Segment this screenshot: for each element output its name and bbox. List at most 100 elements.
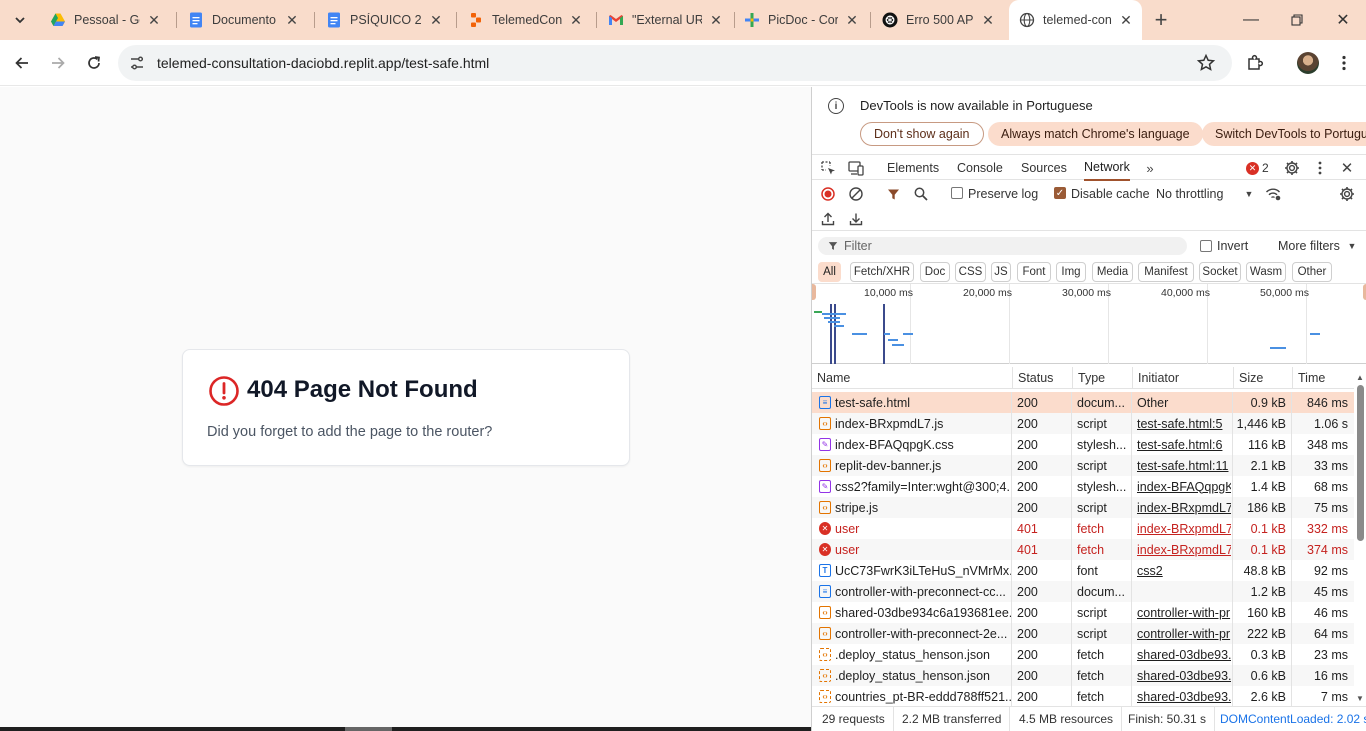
invert-checkbox[interactable]	[1200, 240, 1212, 252]
export-har-icon[interactable]	[847, 210, 865, 228]
more-tabs-chevron-icon[interactable]: »	[1141, 159, 1159, 177]
table-row[interactable]: ✕ user 401 fetch index-BRxpmdL7.j 0.1 kB 374 m…	[812, 539, 1354, 560]
cell-initiator[interactable]: test-safe.html:5	[1137, 413, 1231, 434]
type-filter-manifest[interactable]: Manifest	[1138, 262, 1194, 282]
table-row[interactable]: ✕ user 401 fetch index-BRxpmdL7.j 0.1 kB 332 m…	[812, 518, 1354, 539]
inspect-element-icon[interactable]	[819, 159, 837, 177]
scrollbar-thumb[interactable]	[1357, 385, 1364, 541]
close-tab-icon[interactable]: ✕	[284, 12, 300, 28]
always-match-language-button[interactable]: Always match Chrome's language	[988, 122, 1203, 146]
close-tab-icon[interactable]: ✕	[146, 12, 162, 28]
site-info-icon[interactable]	[128, 54, 146, 72]
browser-tab-4[interactable]: TelemedCon ✕	[458, 5, 592, 35]
scroll-up-arrow-icon[interactable]: ▲	[1356, 373, 1364, 382]
table-row[interactable]: ‹› .deploy_status_henson.json 200 fetch shar…	[812, 644, 1354, 665]
clear-log-icon[interactable]	[847, 185, 865, 203]
cell-initiator[interactable]: controller-with-pr	[1137, 623, 1231, 644]
col-type[interactable]: Type	[1072, 367, 1131, 389]
col-size[interactable]: Size	[1233, 367, 1291, 389]
table-row[interactable]: T UcC73FwrK3iLTeHuS_nVMrMx... 200 font css2 4…	[812, 560, 1354, 581]
close-devtools-icon[interactable]: ✕	[1338, 159, 1356, 177]
type-filter-img[interactable]: Img	[1056, 262, 1086, 282]
table-row[interactable]: ‹› stripe.js 200 script index-BRxpmdL7.j 186 …	[812, 497, 1354, 518]
close-tab-icon[interactable]: ✕	[1118, 12, 1134, 28]
cell-initiator[interactable]: index-BFAQqpgK.c	[1137, 476, 1231, 497]
cell-initiator[interactable]: shared-03dbe93...	[1137, 686, 1231, 706]
table-row[interactable]: ‹› controller-with-preconnect-2e... 200 scr…	[812, 623, 1354, 644]
cell-initiator[interactable]: css2	[1137, 560, 1231, 581]
forward-button[interactable]	[43, 48, 73, 78]
type-filter-media[interactable]: Media	[1092, 262, 1133, 282]
dont-show-again-button[interactable]: Don't show again	[860, 122, 984, 146]
col-initiator[interactable]: Initiator	[1132, 367, 1232, 389]
cell-initiator[interactable]: index-BRxpmdL7.j	[1137, 497, 1231, 518]
import-har-icon[interactable]	[819, 210, 837, 228]
scroll-down-arrow-icon[interactable]: ▼	[1356, 694, 1364, 703]
type-filter-font[interactable]: Font	[1017, 262, 1051, 282]
table-row[interactable]: ‹› replit-dev-banner.js 200 script test-safe…	[812, 455, 1354, 476]
url-text[interactable]: telemed-consultation-daciobd.replit.app/…	[157, 55, 489, 71]
browser-tab-1[interactable]: Pessoal - Go ✕	[40, 5, 170, 35]
table-row[interactable]: ✎ index-BFAQqpgK.css 200 stylesh... test-saf…	[812, 434, 1354, 455]
type-filter-socket[interactable]: Socket	[1199, 262, 1241, 282]
close-tab-icon[interactable]: ✕	[708, 12, 724, 28]
cell-initiator[interactable]: test-safe.html:6	[1137, 434, 1231, 455]
type-filter-doc[interactable]: Doc	[920, 262, 950, 282]
col-time[interactable]: Time	[1292, 367, 1354, 389]
new-tab-button[interactable]: +	[1148, 6, 1174, 34]
type-filter-all[interactable]: All	[818, 262, 841, 282]
table-row[interactable]: ≡ test-safe.html 200 docum... Other 0.9 kB 846…	[812, 392, 1354, 413]
filter-input[interactable]: Filter	[818, 237, 1187, 255]
throttling-dropdown-icon[interactable]: ▼	[1240, 185, 1258, 203]
cell-initiator[interactable]: test-safe.html:11	[1137, 455, 1231, 476]
error-count-badge[interactable]: ✕ 2	[1246, 161, 1269, 175]
browser-tab-2[interactable]: Documento ✕	[178, 5, 308, 35]
type-filter-js[interactable]: JS	[991, 262, 1011, 282]
chrome-menu-button[interactable]	[1329, 48, 1359, 78]
more-filters-button[interactable]: More filters	[1278, 239, 1340, 253]
restore-button[interactable]	[1274, 0, 1320, 40]
cell-initiator[interactable]: shared-03dbe93...	[1137, 644, 1231, 665]
tab-sources[interactable]: Sources	[1021, 155, 1067, 181]
tab-console[interactable]: Console	[957, 155, 1003, 181]
more-filters-dropdown-icon[interactable]: ▼	[1343, 237, 1361, 255]
table-row[interactable]: ✎ css2?family=Inter:wght@300;4... 200 style…	[812, 476, 1354, 497]
close-window-button[interactable]: ✕	[1320, 0, 1366, 40]
back-button[interactable]	[7, 48, 37, 78]
throttling-select[interactable]: No throttling	[1156, 187, 1223, 201]
search-icon[interactable]	[912, 185, 930, 203]
browser-tab-6[interactable]: PicDoc - Cor ✕	[734, 5, 868, 35]
minimize-button[interactable]: —	[1228, 0, 1274, 40]
table-row[interactable]: ‹› countries_pt-BR-eddd788ff521... 200 fetc…	[812, 686, 1354, 706]
disable-cache-checkbox[interactable]: ✓	[1054, 187, 1066, 199]
profile-avatar[interactable]	[1297, 52, 1319, 74]
type-filter-css[interactable]: CSS	[955, 262, 986, 282]
bookmark-star-icon[interactable]	[1196, 53, 1216, 73]
tab-search-button[interactable]	[6, 6, 34, 34]
browser-tab-7[interactable]: Erro 500 API ✕	[872, 5, 1004, 35]
close-tab-icon[interactable]: ✕	[980, 12, 996, 28]
type-filter-wasm[interactable]: Wasm	[1246, 262, 1286, 282]
network-conditions-icon[interactable]	[1264, 185, 1282, 203]
device-toolbar-icon[interactable]	[847, 159, 865, 177]
type-filter-fetch-xhr[interactable]: Fetch/XHR	[850, 262, 914, 282]
browser-tab-active[interactable]: telemed-con ✕	[1009, 0, 1142, 40]
cell-initiator[interactable]: index-BRxpmdL7.j	[1137, 518, 1231, 539]
col-status[interactable]: Status	[1012, 367, 1071, 389]
preserve-log-checkbox[interactable]	[951, 187, 963, 199]
request-table-scrollbar[interactable]: ▲ ▼	[1354, 367, 1366, 706]
cell-initiator[interactable]: index-BRxpmdL7.j	[1137, 539, 1231, 560]
network-settings-gear-icon[interactable]	[1338, 185, 1356, 203]
table-row[interactable]: ‹› .deploy_status_henson.json 200 fetch shar…	[812, 665, 1354, 686]
table-row[interactable]: ≡ controller-with-preconnect-cc... 200 docu…	[812, 581, 1354, 602]
devtools-menu-icon[interactable]	[1311, 159, 1329, 177]
cell-initiator[interactable]: shared-03dbe93...	[1137, 665, 1231, 686]
browser-tab-5[interactable]: "External UR ✕	[598, 5, 732, 35]
overview-handle-left[interactable]	[812, 284, 816, 300]
table-row[interactable]: ‹› shared-03dbe934c6a193681ee... 200 script…	[812, 602, 1354, 623]
switch-language-button[interactable]: Switch DevTools to Portuguese	[1202, 122, 1366, 146]
address-bar[interactable]: telemed-consultation-daciobd.replit.app/…	[118, 45, 1232, 81]
col-name[interactable]: Name	[812, 367, 1011, 389]
close-tab-icon[interactable]: ✕	[844, 12, 860, 28]
record-stop-icon[interactable]	[819, 185, 837, 203]
